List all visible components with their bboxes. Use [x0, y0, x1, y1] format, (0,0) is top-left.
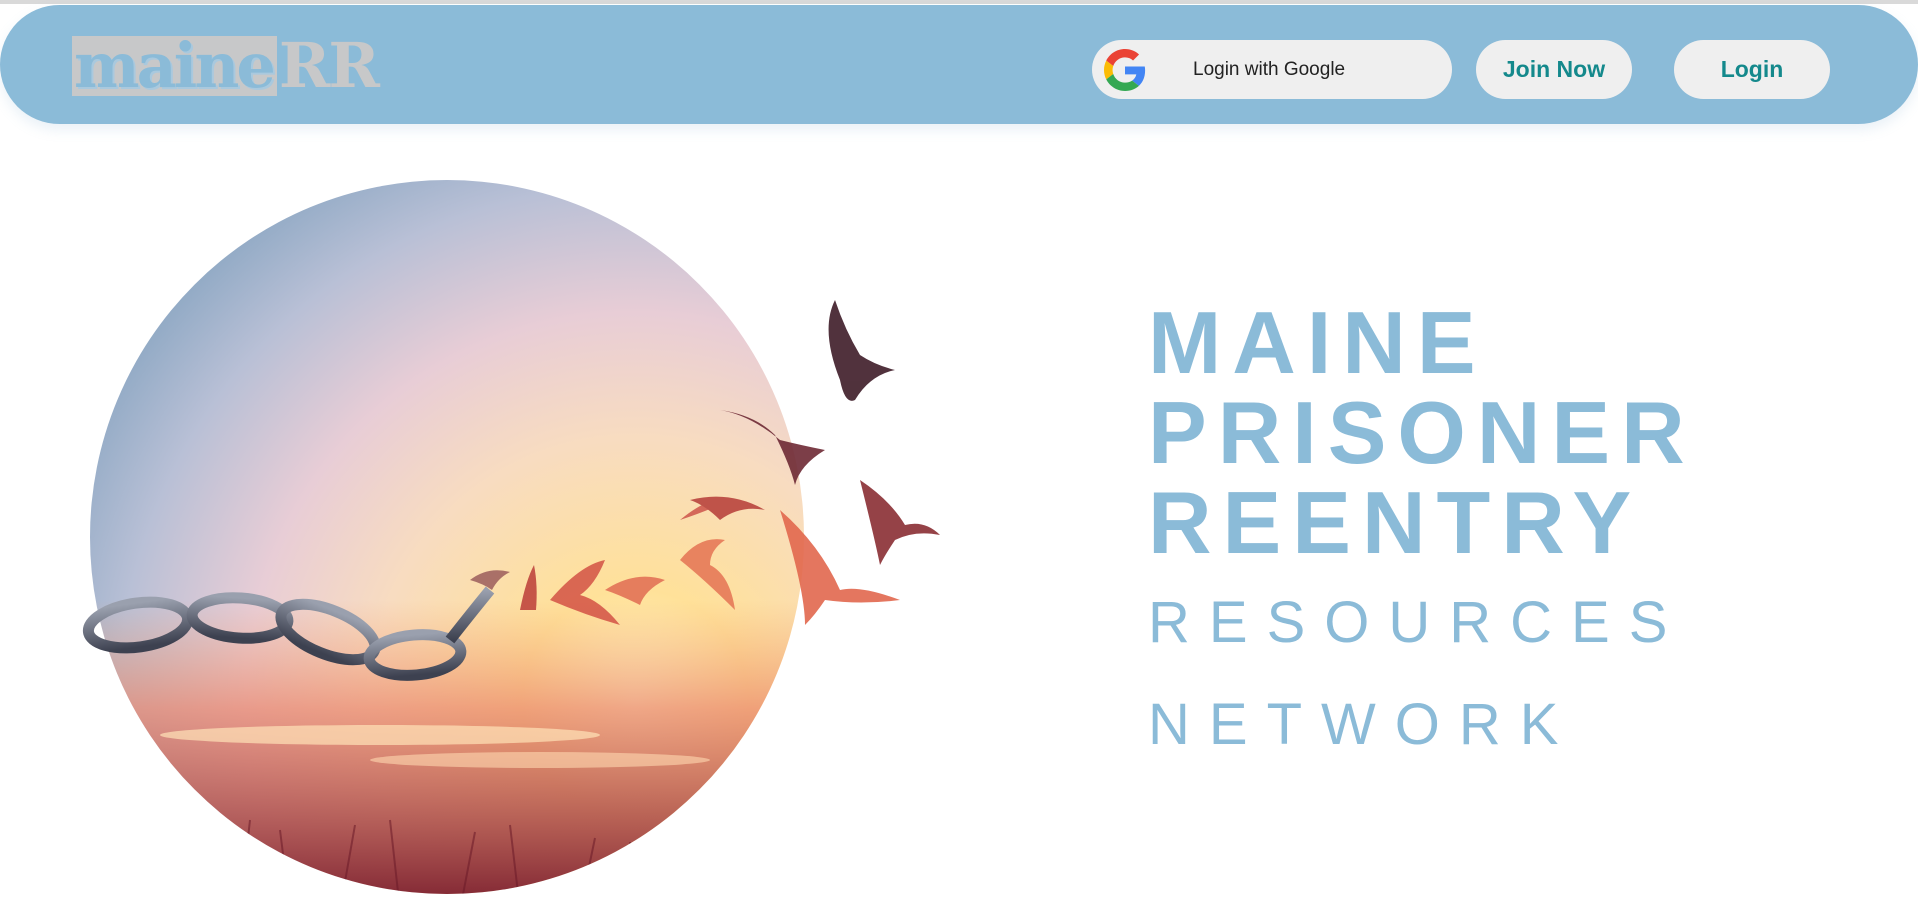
join-now-button[interactable]: Join Now: [1476, 40, 1632, 99]
headline-line-prisoner: PRISONER: [1148, 388, 1696, 478]
login-button[interactable]: Login: [1674, 40, 1830, 99]
google-login-label: Login with Google: [1193, 59, 1345, 81]
logo-suffix-text: RR: [277, 36, 378, 96]
login-with-google-button[interactable]: Login with Google: [1092, 40, 1452, 99]
headline-line-resources: RESOURCES: [1148, 588, 1686, 658]
hero-image: [80, 170, 1100, 915]
headline-line-maine: MAINE: [1148, 298, 1487, 388]
site-logo[interactable]: maine RR: [72, 36, 378, 96]
headline-line-network: NETWORK: [1148, 690, 1577, 760]
google-g-icon: [1104, 49, 1146, 91]
site-header: maine RR Login with Google Join Now Logi…: [0, 5, 1918, 124]
window-top-border: [0, 0, 1918, 4]
logo-main-text: maine: [72, 36, 277, 96]
headline-line-reentry: REENTRY: [1148, 478, 1642, 568]
